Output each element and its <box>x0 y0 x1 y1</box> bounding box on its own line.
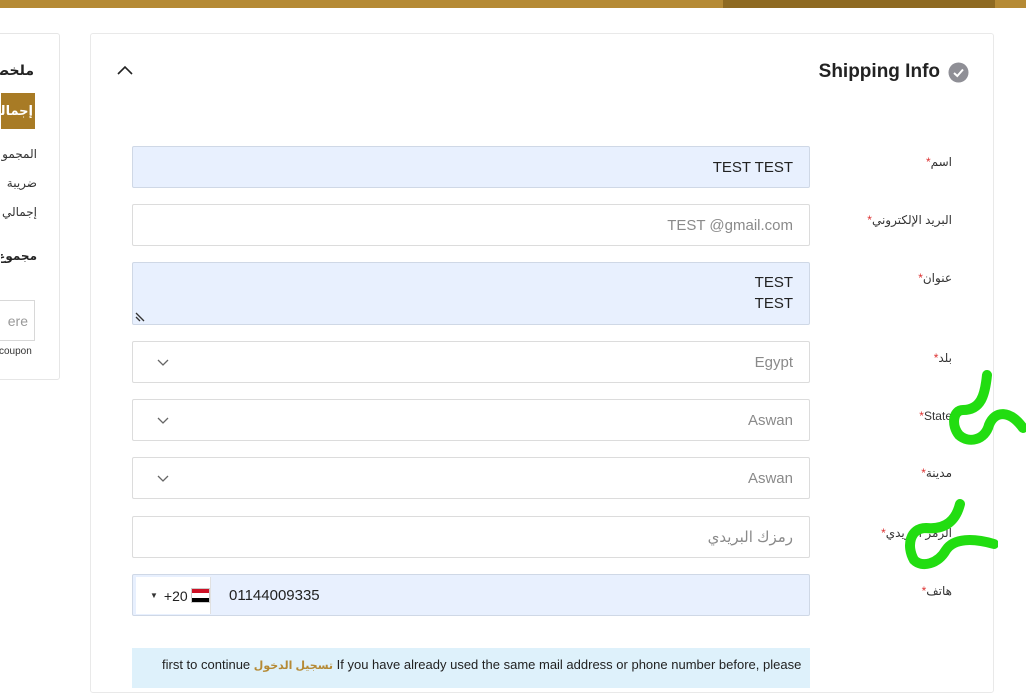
summary-total-button[interactable]: إجمالي <box>1 93 35 129</box>
chevron-down-icon <box>157 417 169 424</box>
email-input[interactable]: TEST @gmail.com <box>132 204 810 246</box>
address-textarea[interactable]: TEST TEST <box>132 262 810 325</box>
order-summary-title: ملخص <box>0 62 34 78</box>
top-accent-bar-segment <box>723 0 995 8</box>
address-label: عنوان* <box>918 271 952 285</box>
phone-label: هاتف* <box>921 584 952 598</box>
email-label: البريد الإلكتروني* <box>867 213 952 227</box>
address-line: TEST <box>754 274 793 291</box>
country-label: بلد* <box>933 351 952 365</box>
postal-code-label: الرمز البريدي* <box>881 526 952 540</box>
notice-text-suffix: If you have already used the same mail a… <box>333 657 802 672</box>
order-summary-card: ملخص إجمالي المجموع ضريبة إجمالي مجموع e… <box>0 33 60 380</box>
country-select[interactable]: Egypt <box>132 341 810 383</box>
phone-country-select[interactable]: ▼ +20 <box>136 577 211 614</box>
login-notice: first to continue تسجيل الدخول If you ha… <box>132 648 810 688</box>
login-link[interactable]: تسجيل الدخول <box>254 660 333 672</box>
coupon-input[interactable]: ere <box>0 300 35 341</box>
chevron-down-icon <box>157 359 169 366</box>
postal-code-input[interactable]: رمزك البريدي <box>132 516 810 558</box>
name-label: اسم* <box>925 155 952 169</box>
coupon-label: coupon <box>0 346 32 357</box>
notice-text-prefix: first to continue <box>162 657 254 672</box>
city-select[interactable]: Aswan <box>132 457 810 499</box>
phone-country-code: +20 <box>163 587 188 604</box>
name-input[interactable]: TEST TEST <box>132 146 810 188</box>
check-circle-icon <box>948 62 969 83</box>
summary-grand-total-label: مجموع <box>1 249 37 263</box>
chevron-down-icon <box>157 475 169 482</box>
summary-tax-label: ضريبة <box>6 176 37 190</box>
resize-handle-icon[interactable] <box>134 309 148 323</box>
egypt-flag-icon <box>190 588 210 603</box>
city-label: مدينة* <box>921 466 952 480</box>
section-title: Shipping Info <box>818 61 940 82</box>
address-line: TEST <box>754 295 793 312</box>
caret-down-icon: ▼ <box>150 591 158 600</box>
phone-number-value: 01144009335 <box>229 586 320 604</box>
chevron-up-icon[interactable] <box>115 60 135 80</box>
summary-total-label: إجمالي <box>1 205 37 219</box>
phone-input[interactable]: ▼ +20 01144009335 <box>132 574 810 616</box>
state-select[interactable]: Aswan <box>132 399 810 441</box>
summary-subtotal-label: المجموع <box>1 147 37 161</box>
state-label: State* <box>919 409 952 423</box>
